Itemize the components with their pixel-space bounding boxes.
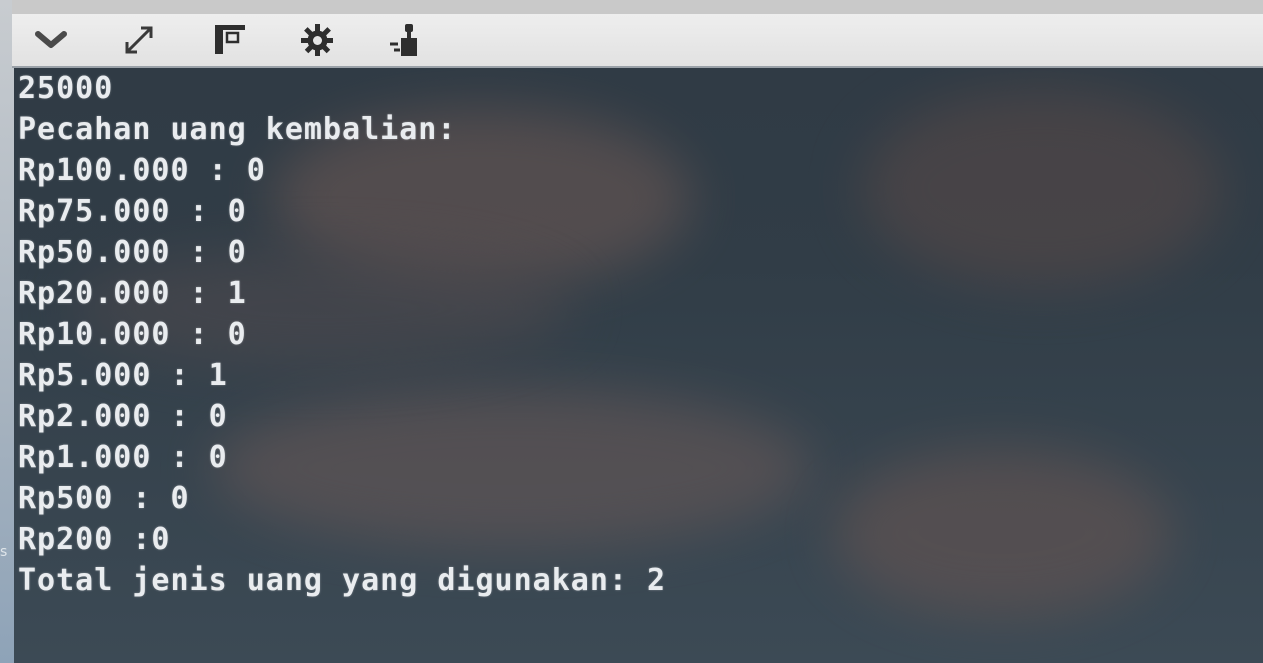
collapse-button[interactable] xyxy=(28,18,74,62)
console-line: Rp20.000 : 1 xyxy=(18,276,247,311)
layout-button[interactable] xyxy=(206,18,252,62)
console-line: Rp100.000 : 0 xyxy=(18,153,266,188)
console-line: Rp1.000 : 0 xyxy=(18,440,228,475)
clear-button[interactable] xyxy=(382,18,428,62)
maximize-button[interactable] xyxy=(116,18,162,62)
console-toolbar xyxy=(12,14,1263,68)
console-line: Rp75.000 : 0 xyxy=(18,194,247,229)
console-line: Rp10.000 : 0 xyxy=(18,317,247,352)
settings-button[interactable] xyxy=(294,18,340,62)
brush-icon xyxy=(390,24,417,56)
console-line: Rp2.000 : 0 xyxy=(18,399,228,434)
console-output[interactable]: 25000 Pecahan uang kembalian: Rp100.000 … xyxy=(12,68,1263,663)
gear-icon xyxy=(301,24,333,56)
console-line: Total jenis uang yang digunakan: 2 xyxy=(18,563,667,598)
screen-photo: s 25000 Pecahan uang kembalian: Rp100.00… xyxy=(0,0,1263,663)
expand-icon xyxy=(125,26,153,54)
chevron-down-icon xyxy=(35,31,67,48)
console-line: Pecahan uang kembalian: xyxy=(18,112,457,147)
toolbar-top-border xyxy=(12,0,1263,14)
console-line: Rp50.000 : 0 xyxy=(18,235,247,270)
console-line: Rp200 :0 xyxy=(18,522,171,557)
console-lines: 25000 Pecahan uang kembalian: Rp100.000 … xyxy=(18,68,1218,601)
console-line: 25000 xyxy=(18,71,114,106)
layout-icon xyxy=(215,25,245,54)
console-line: Rp5.000 : 1 xyxy=(18,358,228,393)
console-line: Rp500 : 0 xyxy=(18,481,190,516)
